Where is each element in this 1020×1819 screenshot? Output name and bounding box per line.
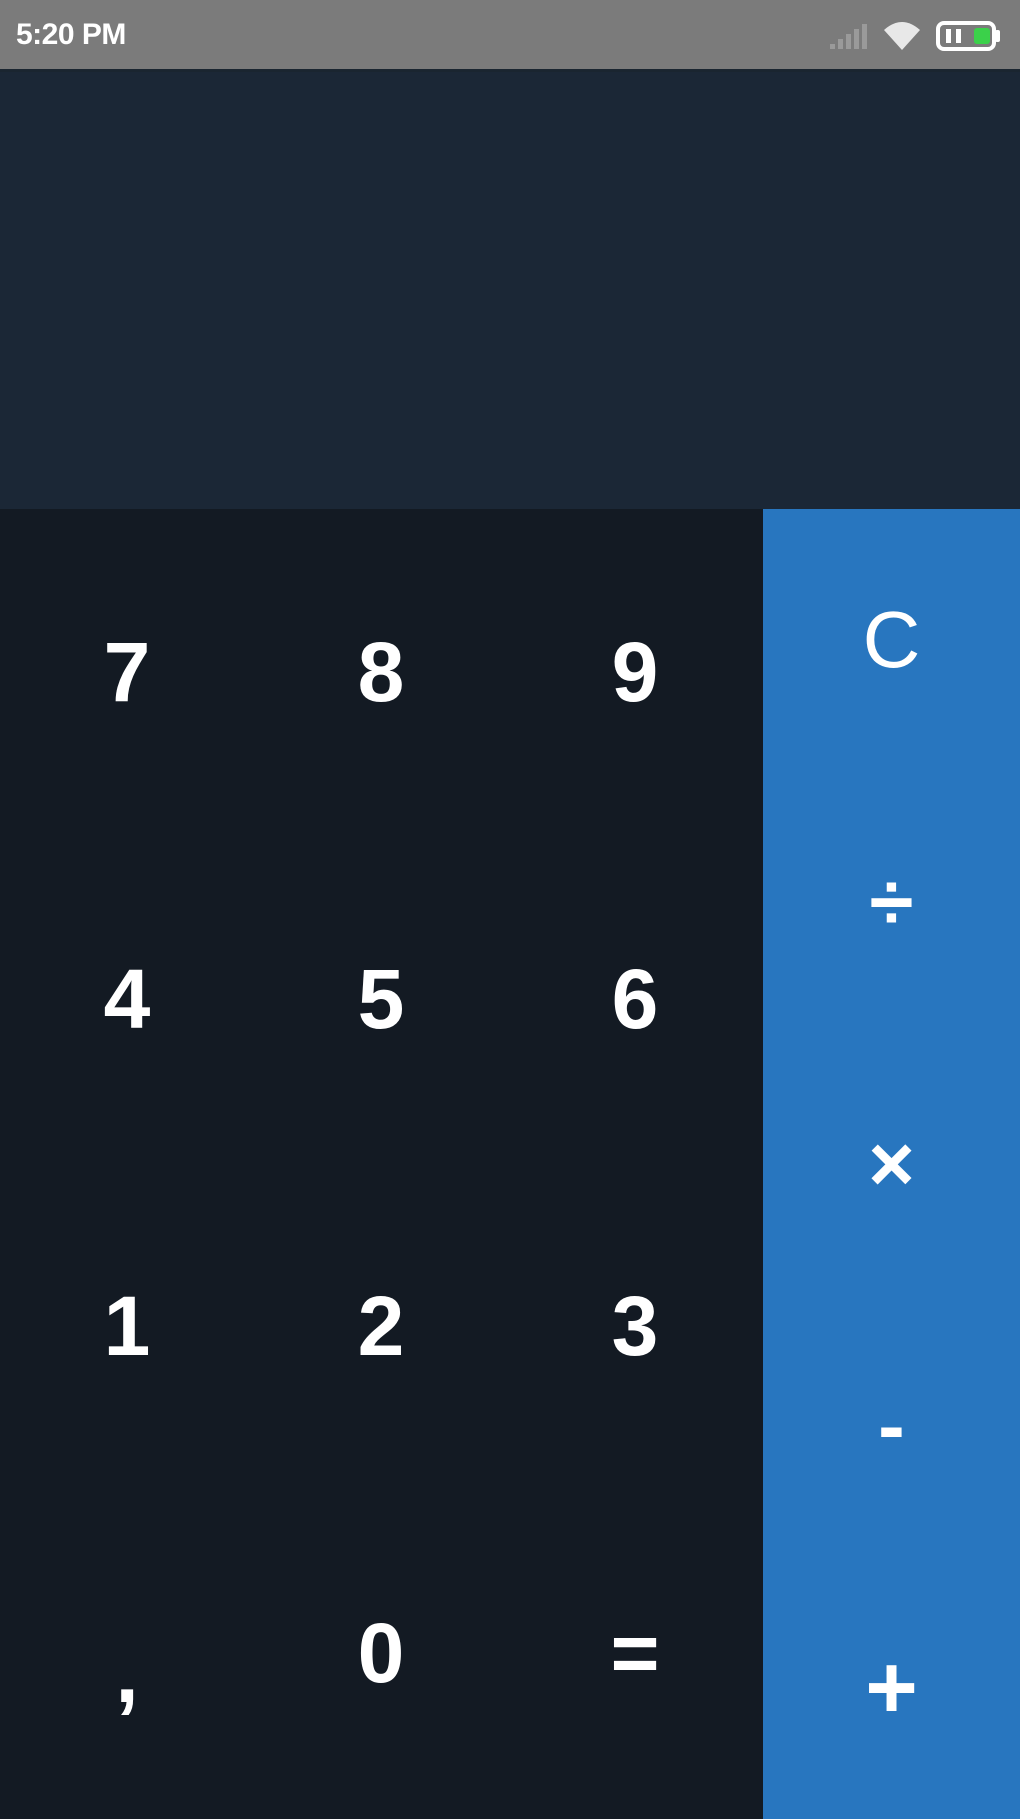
- key-8[interactable]: 8: [254, 509, 508, 836]
- key-4[interactable]: 4: [0, 836, 254, 1163]
- key-5[interactable]: 5: [254, 836, 508, 1163]
- key-0[interactable]: 0: [254, 1490, 508, 1817]
- clear-button[interactable]: C: [763, 509, 1020, 771]
- key-comma[interactable]: ,: [0, 1490, 254, 1817]
- key-9[interactable]: 9: [508, 509, 762, 836]
- result-display: [0, 72, 1020, 509]
- key-2[interactable]: 2: [254, 1163, 508, 1490]
- signal-icon: [828, 22, 868, 50]
- operator-panel: C ÷ × - +: [763, 509, 1020, 1819]
- key-1[interactable]: 1: [0, 1163, 254, 1490]
- key-7[interactable]: 7: [0, 509, 254, 836]
- key-equals[interactable]: =: [508, 1490, 762, 1817]
- subtract-button[interactable]: -: [763, 1295, 1020, 1557]
- divide-button[interactable]: ÷: [763, 771, 1020, 1033]
- status-bar: 5:20 PM: [0, 0, 1020, 72]
- status-time: 5:20 PM: [16, 18, 126, 51]
- key-3[interactable]: 3: [508, 1163, 762, 1490]
- multiply-button[interactable]: ×: [763, 1033, 1020, 1295]
- wifi-icon: [882, 20, 922, 52]
- add-button[interactable]: +: [763, 1557, 1020, 1819]
- status-icons: [828, 16, 1002, 56]
- number-keypad: 7 8 9 4 5 6 1 2 3 , 0 =: [0, 509, 763, 1819]
- key-6[interactable]: 6: [508, 836, 762, 1163]
- battery-icon: [936, 20, 1002, 52]
